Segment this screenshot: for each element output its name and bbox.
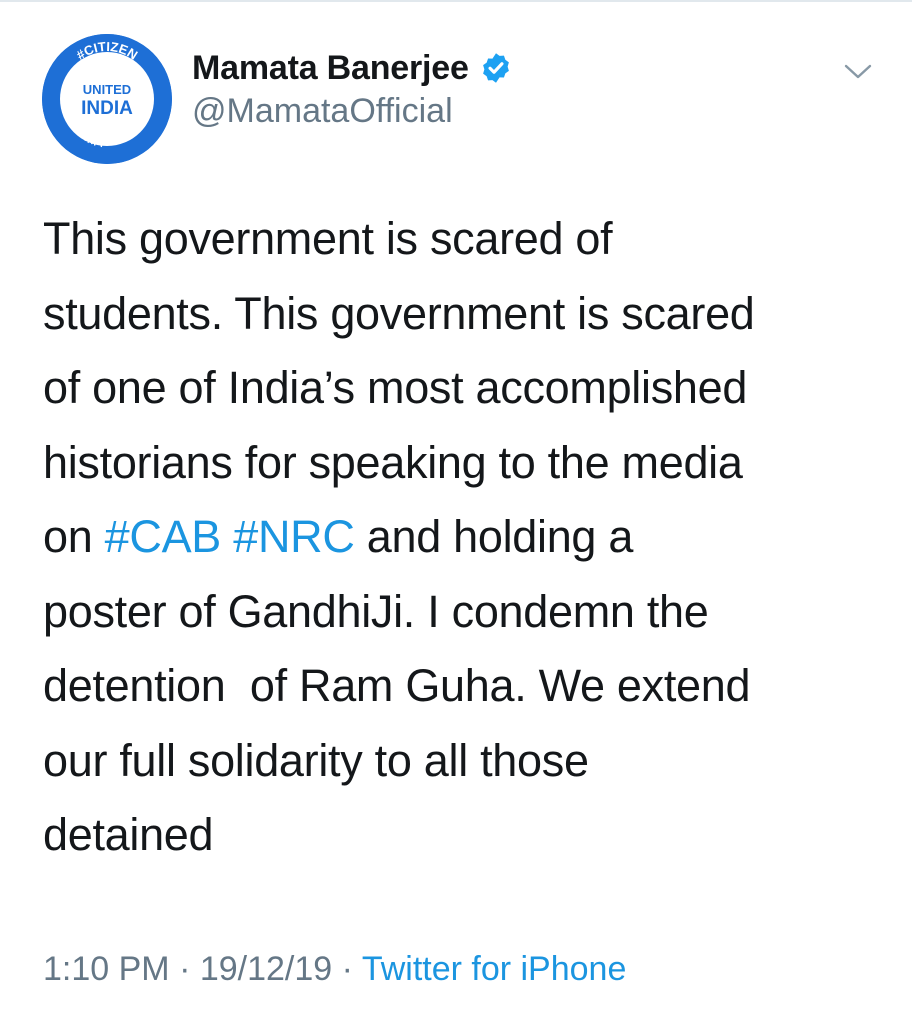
avatar[interactable]: #CITIZEN UNITED INDIA নাগরিক <box>42 34 172 164</box>
tweet-text-segment: on <box>43 511 105 562</box>
avatar-badge-india: INDIA <box>81 98 133 119</box>
tweet-line: historians for speaking to the media <box>43 436 743 488</box>
tweet-text: This government is scared of students. T… <box>43 202 893 873</box>
meta-separator: · <box>169 950 200 988</box>
author-display-name[interactable]: Mamata Banerjee <box>192 49 469 88</box>
tweet-time[interactable]: 1:10 PM <box>43 950 170 988</box>
chevron-down-icon[interactable] <box>842 60 874 84</box>
tweet-meta: 1:10 PM · 19/12/19 · Twitter for iPhone <box>43 950 626 989</box>
tweet-text-segment: and holding a <box>354 511 634 562</box>
tweet-date[interactable]: 19/12/19 <box>200 950 332 988</box>
hashtag-cab-link[interactable]: #CAB <box>105 511 222 562</box>
tweet-source-link[interactable]: Twitter for iPhone <box>362 950 627 988</box>
tweet-line: poster of GandhiJi. I condemn the <box>43 585 709 637</box>
avatar-badge-united: UNITED <box>83 82 131 97</box>
author-handle[interactable]: @MamataOfficial <box>192 92 453 131</box>
tweet-line: detention of Ram Guha. We extend <box>43 660 751 711</box>
tweet-line-with-hashtags: on #CAB #NRC and holding a <box>43 500 893 575</box>
meta-separator: · <box>332 950 362 988</box>
tweet-line: our full solidarity to all those <box>43 734 589 786</box>
avatar-image: #CITIZEN UNITED INDIA নাগরিক <box>42 34 172 164</box>
author-name-row[interactable]: Mamata Banerjee <box>192 44 513 92</box>
top-divider <box>0 0 912 2</box>
tweet-line: detained <box>43 809 214 860</box>
verified-badge-icon <box>479 51 513 85</box>
tweet-line: This government is scared of <box>43 213 613 264</box>
tweet-line: of one of India’s most accomplished <box>43 362 748 413</box>
hashtag-nrc-link[interactable]: #NRC <box>233 511 355 562</box>
tweet-text-segment <box>221 511 233 562</box>
tweet-line: students. This government is scared <box>43 287 755 339</box>
